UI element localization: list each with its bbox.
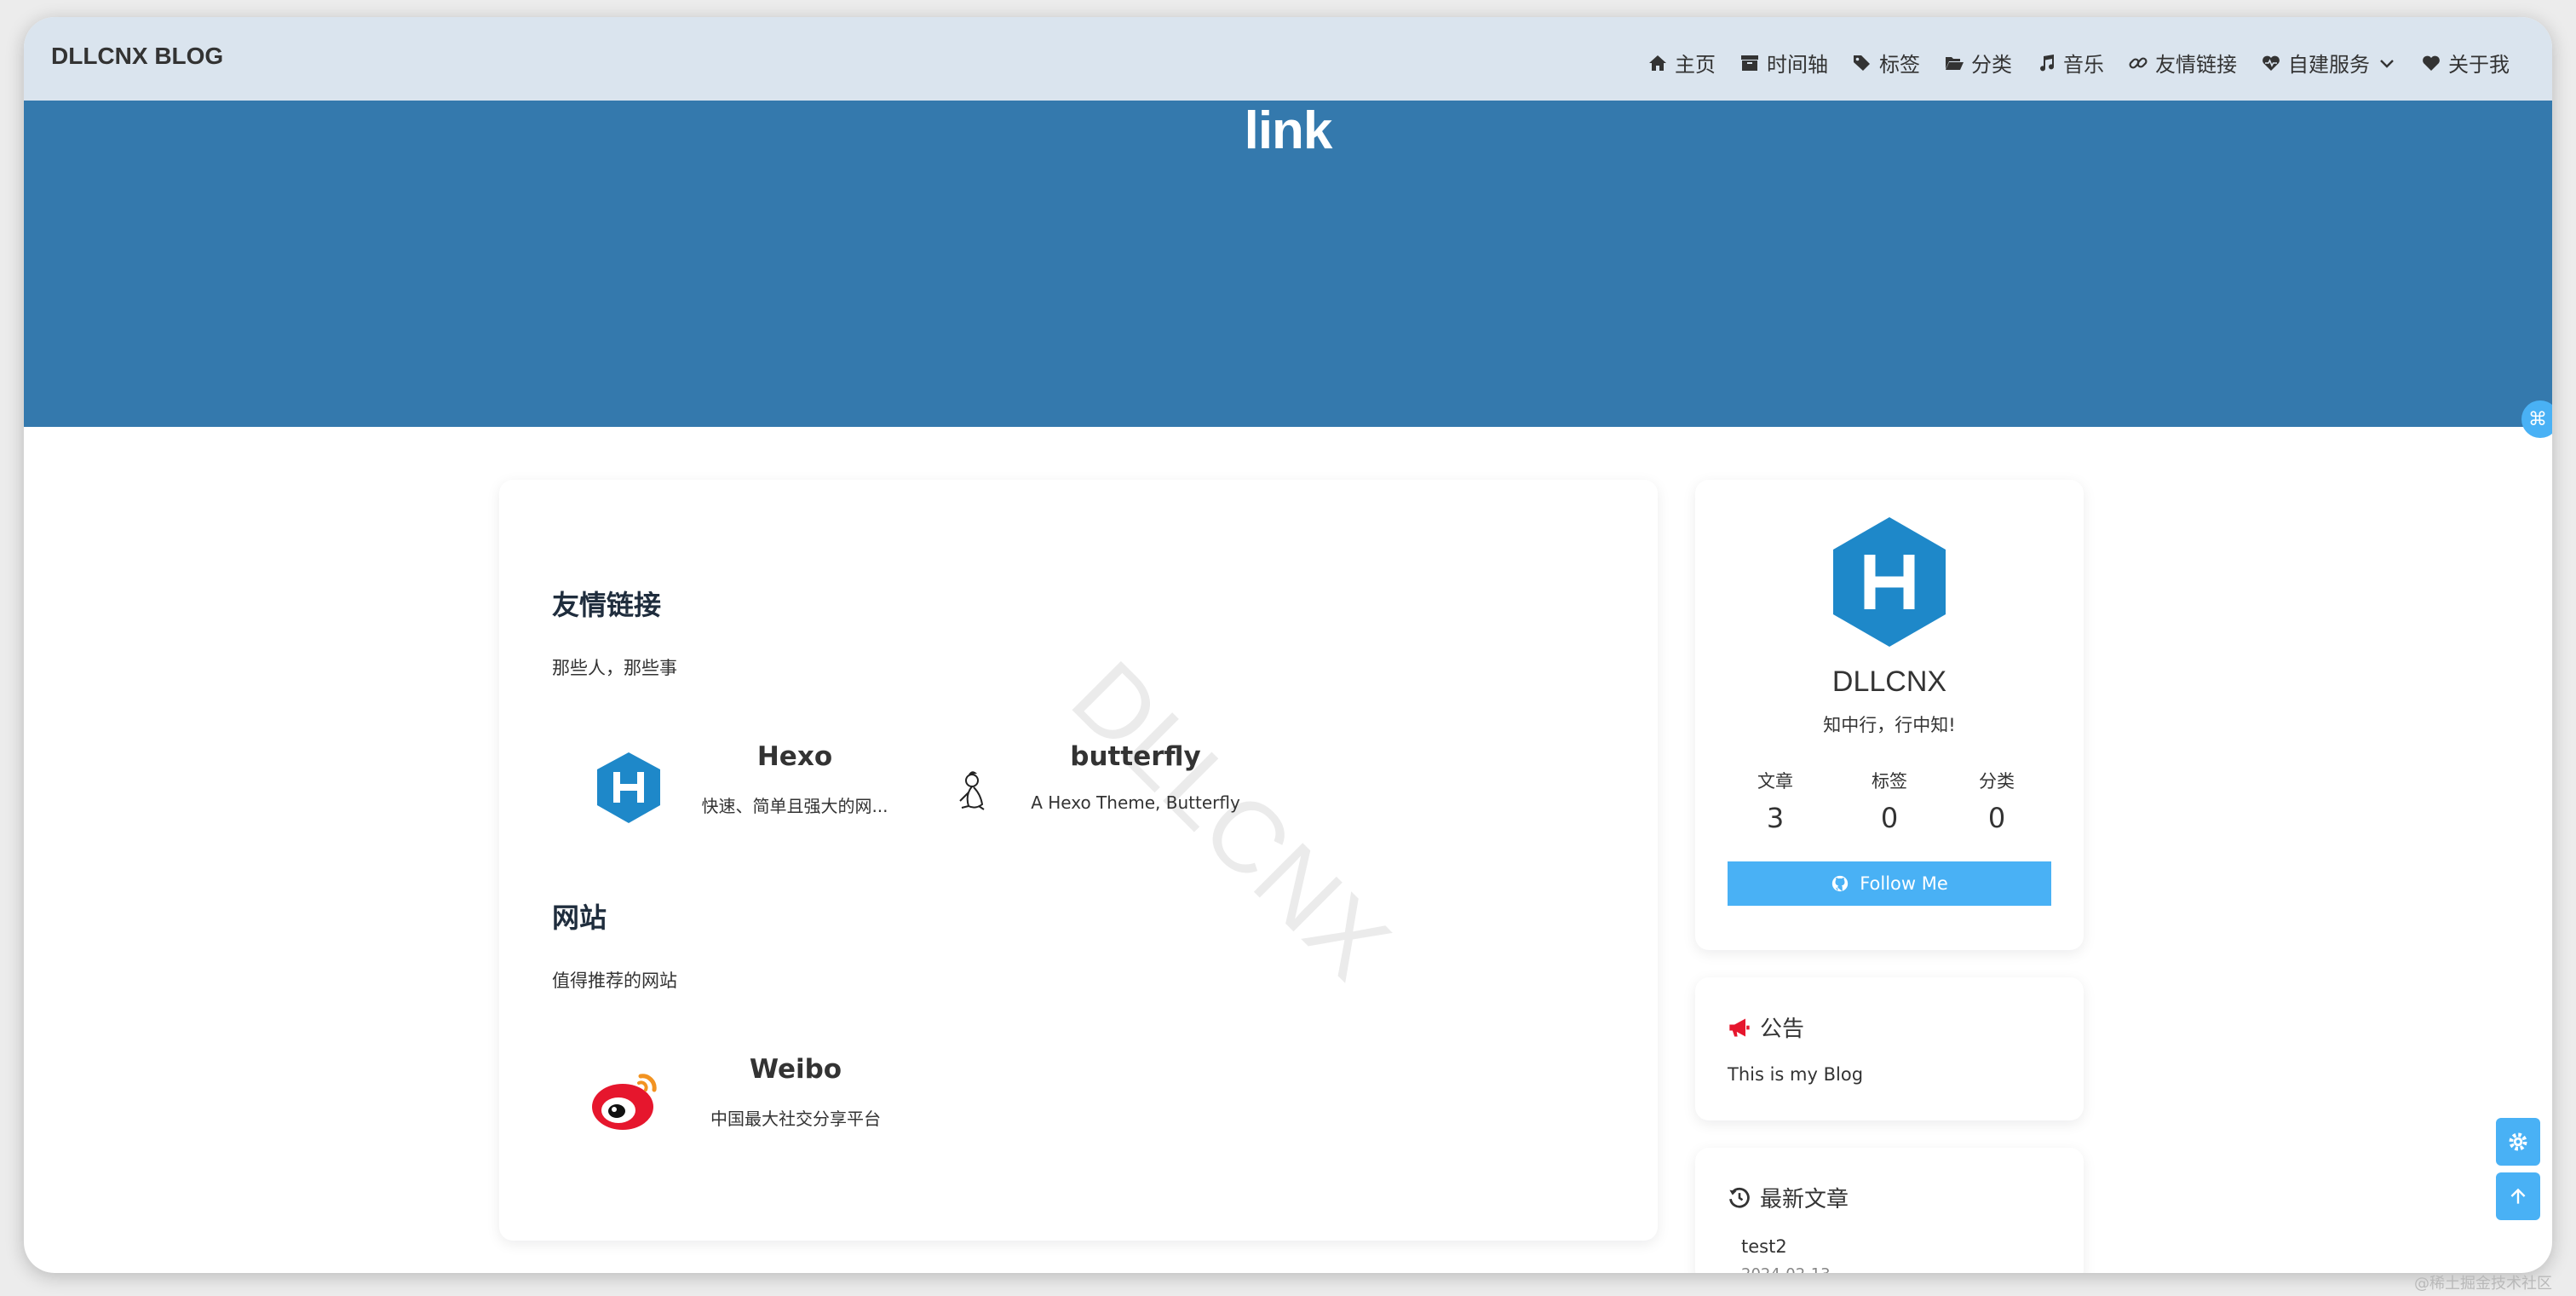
tags-icon: [1854, 55, 1870, 71]
stat-value: 0: [1880, 802, 1899, 834]
author-name: DLLCNX: [1831, 665, 1947, 698]
menu-item-services[interactable]: 自建服务: [2261, 48, 2397, 78]
recent-post-date: 2024-02-13: [1741, 1265, 1831, 1273]
menu-item-categories[interactable]: 分类: [1944, 48, 2012, 78]
menu-item-tags[interactable]: 标签: [1852, 48, 1920, 78]
folder-open-icon: [1946, 56, 1964, 70]
bullhorn-icon: [1729, 1018, 1750, 1036]
flink-item-weibo[interactable]: Weibo 中国最大社交分享平台: [584, 1044, 908, 1146]
stat-categories[interactable]: 分类 0: [1954, 768, 2039, 834]
announcement-title: 公告: [1760, 1017, 1805, 1042]
flink-desc: 中国最大社交分享平台: [710, 1109, 881, 1129]
link-icon: [2129, 56, 2148, 69]
weibo-logo-icon: [592, 1074, 657, 1130]
footer-watermark: @稀土掘金技术社区: [2414, 1275, 2552, 1293]
menu-item-label: 分类: [1971, 53, 2012, 77]
menu-item-label: 音乐: [2063, 53, 2104, 77]
settings-button[interactable]: [2496, 1118, 2540, 1166]
menu-item-timeline[interactable]: 时间轴: [1739, 48, 1828, 78]
menu-item-label: 自建服务: [2288, 53, 2370, 77]
archive-icon: [1741, 55, 1758, 71]
flink-desc: A Hexo Theme, Butterfly: [1031, 792, 1240, 813]
gear-icon: [2509, 1132, 2527, 1151]
butterfly-avatar-icon: [959, 771, 985, 810]
recent-post-title[interactable]: test2: [1741, 1236, 1787, 1257]
announcement-card: 公告 This is my Blog: [1695, 977, 2084, 1120]
menu-item-label: 标签: [1879, 53, 1920, 77]
stat-label: 分类: [1979, 771, 2015, 792]
friends-heading: 友情链接: [552, 589, 662, 621]
music-icon: [2040, 54, 2055, 71]
menu-item-home[interactable]: 主页: [1647, 48, 1716, 78]
back-to-top-button[interactable]: [2496, 1172, 2540, 1220]
recent-posts-title: 最新文章: [1760, 1187, 1849, 1212]
stat-label: 标签: [1872, 771, 1907, 792]
flink-name: Weibo: [749, 1054, 842, 1085]
menu-item-label: 时间轴: [1767, 53, 1828, 77]
flink-desc: 快速、简单且强大的网...: [701, 796, 888, 816]
stat-value: 0: [1987, 802, 2006, 834]
browser-window: DLLCNX BLOG 主页 时间轴 标签 分类 音乐 友情链接 自建服务 关于…: [24, 17, 2552, 1273]
navbar: DLLCNX BLOG 主页 时间轴 标签 分类 音乐 友情链接 自建服务 关于…: [24, 17, 2552, 101]
flink-item-hexo[interactable]: Hexo 快速、简单且强大的网...: [590, 731, 914, 833]
menu-item-links[interactable]: 友情链接: [2128, 48, 2237, 78]
author-avatar-hexo-icon: [1833, 517, 1946, 647]
menu-item-label: 主页: [1675, 53, 1716, 77]
menu-item-music[interactable]: 音乐: [2036, 48, 2104, 78]
hexo-logo-icon: [597, 752, 660, 823]
sites-heading: 网站: [552, 901, 607, 934]
stat-label: 文章: [1757, 771, 1793, 792]
author-card: DLLCNX 知中行，行中知! 文章 3 标签 0 分类 0 Follow Me: [1695, 480, 2084, 950]
arrow-up-icon: [2510, 1188, 2526, 1204]
friends-description: 那些人，那些事: [552, 658, 677, 678]
follow-me-button[interactable]: Follow Me: [1728, 861, 2051, 906]
stat-articles[interactable]: 文章 3: [1733, 768, 1818, 834]
menu-item-about[interactable]: 关于我: [2421, 48, 2510, 78]
follow-label: Follow Me: [1860, 873, 1948, 894]
nav-menu: 主页 时间轴 标签 分类 音乐 友情链接 自建服务 关于我: [1647, 48, 2510, 78]
home-icon: [1649, 55, 1666, 71]
announcement-heading: 公告: [1728, 1011, 1804, 1043]
github-icon: [1832, 875, 1849, 892]
flink-item-butterfly[interactable]: butterfly A Hexo Theme, Butterfly: [931, 731, 1255, 833]
recent-posts-heading: 最新文章: [1728, 1182, 1849, 1213]
menu-item-label: 友情链接: [2155, 53, 2237, 77]
menu-item-label: 关于我: [2448, 53, 2510, 77]
stat-tags[interactable]: 标签 0: [1847, 768, 1932, 834]
flink-name: butterfly: [1070, 741, 1201, 772]
history-icon: [1729, 1187, 1750, 1208]
flink-name: Hexo: [756, 741, 833, 772]
page-title: link: [1244, 101, 1333, 160]
command-icon[interactable]: ⌘: [2521, 400, 2552, 438]
stat-value: 3: [1766, 802, 1785, 834]
heart-icon: [2423, 55, 2440, 71]
announcement-text: This is my Blog: [1728, 1064, 1864, 1085]
recent-posts-card: 最新文章 test2 2024-02-13: [1695, 1148, 2084, 1273]
heartbeat-icon: [2263, 55, 2280, 71]
site-name[interactable]: DLLCNX BLOG: [51, 43, 223, 70]
author-motto: 知中行，行中知!: [1823, 715, 1956, 735]
sites-description: 值得推荐的网站: [552, 971, 677, 991]
chevron-down-icon: [2380, 59, 2394, 68]
